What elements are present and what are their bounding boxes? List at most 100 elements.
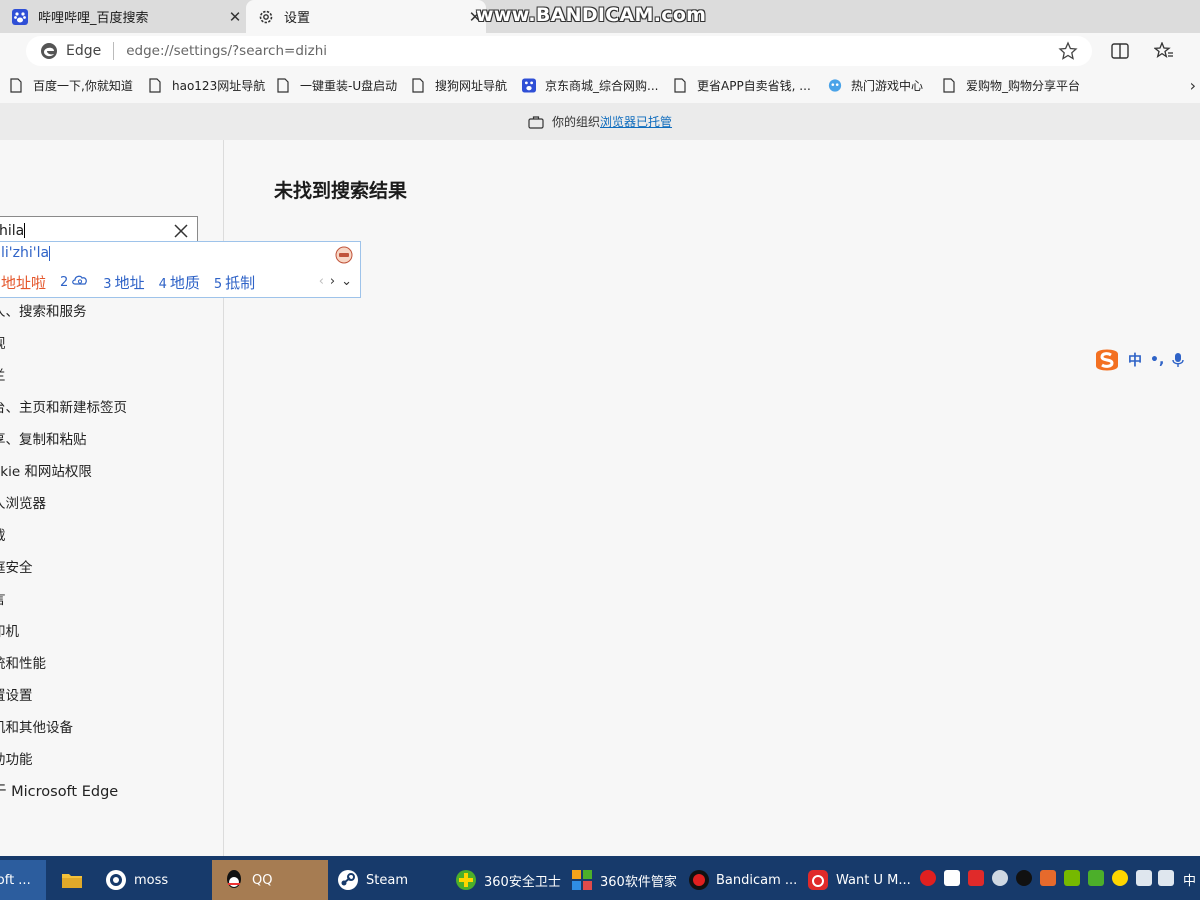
gear-icon <box>258 9 274 25</box>
taskbar-label: QQ <box>252 872 273 888</box>
ime-pinyin: li'zhi'la <box>1 245 51 261</box>
taskbar-file-explorer[interactable] <box>50 860 90 900</box>
favorite-item[interactable]: 京东商城_综合网购... <box>522 77 658 94</box>
navigation-bar: Edge edge://settings/?search=dizhi <box>0 33 1200 69</box>
no-results-heading: 未找到搜索结果 <box>274 180 408 202</box>
menu-item-printers[interactable]: 印机 <box>0 620 222 640</box>
chevron-right-icon[interactable]: › <box>1190 76 1196 95</box>
sogou-skin-icon[interactable] <box>334 246 354 268</box>
ime-candidate-text: 地址啦 <box>1 274 47 292</box>
folder-icon <box>60 868 84 892</box>
input-language-indicator[interactable]: 中 <box>1183 870 1196 889</box>
favorites-bar: 百度一下,你就知道 hao123网址导航 一键重装-U盘启动 搜狗网址导航 京东… <box>0 69 1200 102</box>
menu-item-profile-search[interactable]: 人、搜索和服务 <box>0 300 222 320</box>
taskbar-qq[interactable]: QQ <box>212 860 328 900</box>
menu-item-downloads[interactable]: 载 <box>0 524 222 544</box>
tab-close-button[interactable]: ✕ <box>224 8 246 26</box>
record-icon[interactable] <box>920 870 936 886</box>
ime-candidate[interactable]: 2 <box>60 272 89 293</box>
360-security-icon <box>454 868 478 892</box>
taskbar-label: soft ... <box>0 872 31 888</box>
moss-icon <box>104 868 128 892</box>
favorite-label: 京东商城_综合网购... <box>545 79 659 93</box>
menu-item-start-home-newtab[interactable]: 台、主页和新建标签页 <box>0 396 222 416</box>
menu-item-languages[interactable]: 言 <box>0 588 222 608</box>
baidu-paw-icon <box>522 78 536 94</box>
game-center-icon <box>828 78 842 94</box>
edge-logo-icon <box>41 43 57 59</box>
360-tray-icon[interactable] <box>1112 870 1128 886</box>
taskbar-360-software[interactable]: 360软件管家 <box>560 860 678 900</box>
banner-text: 你的组织 <box>551 115 600 129</box>
taskbar-360-security[interactable]: 360安全卫士 <box>444 860 562 900</box>
clipboard-icon[interactable] <box>944 870 960 886</box>
shield-icon[interactable] <box>1088 870 1104 886</box>
taskbar-label: moss <box>134 872 169 888</box>
volume-icon[interactable] <box>1158 870 1174 886</box>
menu-item-about-edge[interactable]: 于 Microsoft Edge <box>0 780 222 801</box>
favorites-icon[interactable] <box>1154 41 1174 61</box>
ime-candidate[interactable]: 4 地质 <box>159 272 200 293</box>
menu-item-system-performance[interactable]: 统和性能 <box>0 652 222 672</box>
favorite-item[interactable]: 更省APP自卖省钱, ... <box>674 77 811 94</box>
split-screen-icon[interactable] <box>1110 41 1130 61</box>
menu-item-family-safety[interactable]: 庭安全 <box>0 556 222 576</box>
ime-punct-indicator[interactable]: •, <box>1150 352 1164 368</box>
microphone-icon[interactable] <box>1172 352 1184 368</box>
text-caret <box>49 245 51 261</box>
favorite-item[interactable]: hao123网址导航 <box>149 77 265 94</box>
sogou-tray-icon[interactable] <box>1040 870 1056 886</box>
menu-item-appearance[interactable]: 观 <box>0 332 222 352</box>
ime-candidate[interactable]: 3 地址 <box>103 272 144 293</box>
favorite-item[interactable]: 搜狗网址导航 <box>412 77 507 94</box>
close-icon[interactable] <box>173 223 189 243</box>
taskbar-bandicam[interactable]: Bandicam ... <box>678 860 797 900</box>
taskbar-edge[interactable]: soft ... <box>0 860 46 900</box>
taskbar-label: 360安全卫士 <box>484 874 561 890</box>
netease-music-icon <box>806 868 830 892</box>
menu-item-accessibility[interactable]: 助功能 <box>0 748 222 768</box>
chevron-left-icon[interactable]: ‹ <box>319 274 324 289</box>
qq-tray-icon[interactable] <box>1016 870 1032 886</box>
menu-item-reset-settings[interactable]: 置设置 <box>0 684 222 704</box>
address-bar[interactable]: Edge edge://settings/?search=dizhi <box>26 36 1092 66</box>
ime-lang-indicator[interactable]: 中 <box>1128 350 1142 370</box>
ime-candidate-text: 地址 <box>114 274 145 292</box>
page-icon <box>277 78 291 94</box>
chevron-down-icon[interactable]: ⌄ <box>341 274 352 289</box>
favorite-item[interactable]: 百度一下,你就知道 <box>10 77 133 94</box>
ime-candidate[interactable]: 地址啦 <box>1 272 46 293</box>
menu-item-sidebar[interactable]: 兰 <box>0 364 222 384</box>
steam-tray-icon[interactable] <box>992 870 1008 886</box>
taskbar-netease-music[interactable]: Want U M... <box>796 860 914 900</box>
favorite-label: 更省APP自卖省钱, ... <box>697 79 811 93</box>
ime-pager: ‹ › ⌄ <box>319 274 352 289</box>
favorite-item[interactable]: 爱购物_购物分享平台 <box>943 77 1080 94</box>
taskbar-steam[interactable]: Steam <box>326 860 444 900</box>
bandicam-icon <box>688 868 710 892</box>
address-bar-brand: Edge <box>66 43 102 59</box>
ime-candidate[interactable]: 5 抵制 <box>214 272 255 293</box>
tab-bilibili-search[interactable]: 哔哩哔哩_百度搜索 ✕ <box>0 0 246 33</box>
qq-icon <box>222 868 246 892</box>
favorite-star-icon[interactable] <box>1058 41 1078 61</box>
netease-music-tray-icon[interactable] <box>968 870 984 886</box>
chevron-right-icon[interactable]: › <box>330 274 335 289</box>
settings-main: 未找到搜索结果 <box>225 140 1200 856</box>
menu-item-cookies-permissions[interactable]: okie 和网站权限 <box>0 460 222 480</box>
menu-item-phone-devices[interactable]: 机和其他设备 <box>0 716 222 736</box>
menu-item-default-browser[interactable]: 人浏览器 <box>0 492 222 512</box>
ime-status-bar[interactable]: 中 •, <box>1092 346 1200 374</box>
nvidia-icon[interactable] <box>1064 870 1080 886</box>
menu-item-share-copy-paste[interactable]: 享、复制和粘贴 <box>0 428 222 448</box>
ime-candidate-number: 3 <box>103 277 112 292</box>
url-text[interactable]: edge://settings/?search=dizhi <box>126 43 327 59</box>
managed-link[interactable]: 浏览器已托管 <box>600 113 672 130</box>
page-icon <box>943 78 957 94</box>
favorite-item[interactable]: 一键重装-U盘启动 <box>277 77 397 94</box>
taskbar-moss[interactable]: moss <box>94 860 206 900</box>
tab-settings[interactable]: 设置 ✕ <box>246 0 486 33</box>
favorite-item[interactable]: 热门游戏中心 <box>828 77 923 94</box>
network-icon[interactable] <box>1136 870 1152 886</box>
favorite-label: 百度一下,你就知道 <box>33 79 133 93</box>
